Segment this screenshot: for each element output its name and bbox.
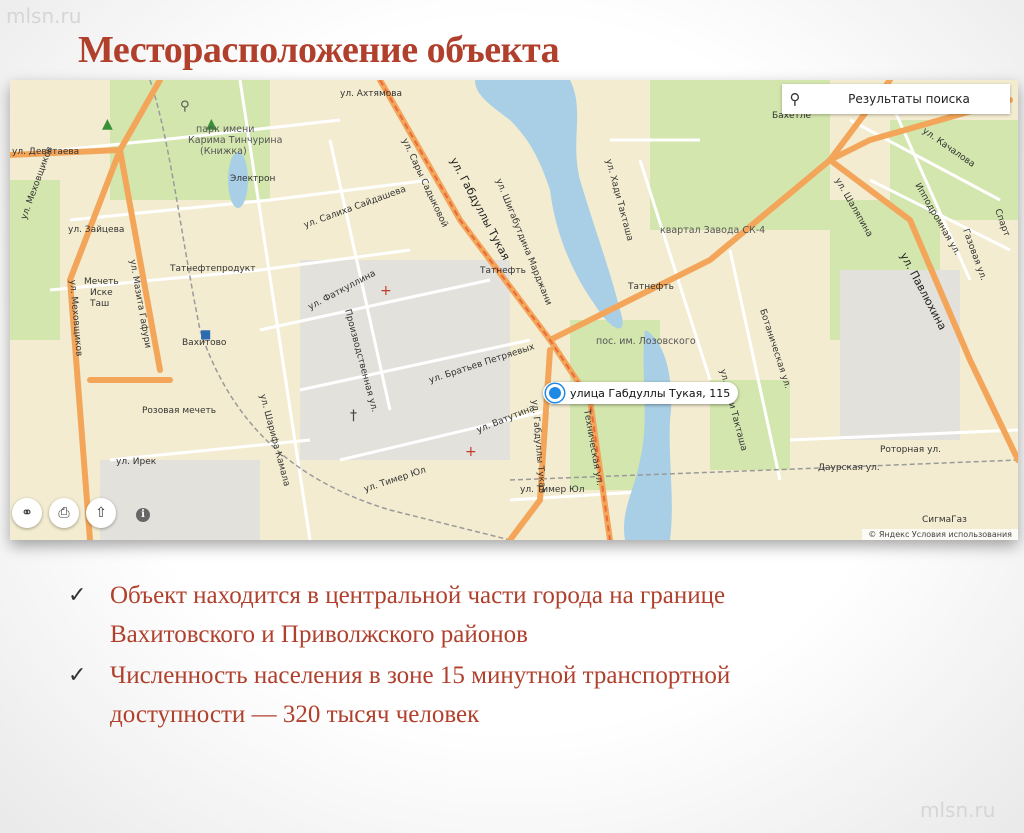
svg-text:ул. Зайцева: ул. Зайцева <box>68 225 124 235</box>
print-icon[interactable]: ⎙ <box>49 498 79 528</box>
bullet-line: Объект находится в центральной части гор… <box>110 582 726 609</box>
svg-text:Татнефтепродукт: Татнефтепродукт <box>169 264 255 274</box>
svg-text:ул. Тимер Юл: ул. Тимер Юл <box>520 485 585 495</box>
watermark-top: mlsn.ru <box>6 4 82 28</box>
svg-text:Электрон: Электрон <box>230 174 275 184</box>
svg-text:(Книжка): (Книжка) <box>200 146 247 157</box>
marker-address: улица Габдуллы Тукая, 115 <box>570 386 731 400</box>
map-canvas: ▲ ▲ ⚲ + + † ■ ул. Девятаева парк имени К… <box>10 80 1018 540</box>
svg-text:Иске: Иске <box>90 288 113 298</box>
svg-text:пос. им. Лозовского: пос. им. Лозовского <box>596 336 696 347</box>
svg-text:Татнефть: Татнефть <box>479 266 526 276</box>
svg-text:Татнефть: Татнефть <box>627 282 674 292</box>
marker-dot-icon <box>546 384 564 402</box>
svg-text:+: + <box>380 283 392 299</box>
map-copyright[interactable]: © Яндекс Условия использования <box>862 529 1018 540</box>
svg-text:▲: ▲ <box>102 116 113 132</box>
svg-text:Таш: Таш <box>89 299 109 309</box>
bullet-item: ✓ Объект находится в центральной части г… <box>68 576 968 654</box>
slide-title: Месторасположение объекта <box>78 29 560 71</box>
share-icon[interactable]: ⇧ <box>86 498 116 528</box>
info-icon[interactable]: i <box>136 508 150 522</box>
svg-text:ул. Ахтямова: ул. Ахтямова <box>340 89 402 99</box>
bullet-line: доступности — 320 тысяч человек <box>110 701 480 728</box>
checkmark-icon: ✓ <box>68 583 87 608</box>
svg-text:†: † <box>350 408 357 424</box>
svg-text:ул. Ирек: ул. Ирек <box>116 457 157 467</box>
svg-text:Мечеть: Мечеть <box>84 277 119 287</box>
svg-text:Вахитово: Вахитово <box>182 338 227 348</box>
search-results-panel[interactable]: ⚲ Результаты поиска <box>782 84 1010 114</box>
bullet-item: ✓ Численность населения в зоне 15 минутн… <box>68 656 968 734</box>
bullet-line: Численность населения в зоне 15 минутной… <box>110 662 731 689</box>
svg-text:Розовая мечеть: Розовая мечеть <box>142 406 216 416</box>
search-results-label: Результаты поиска <box>848 92 970 106</box>
svg-text:+: + <box>465 444 477 460</box>
location-pin-icon: ⚲ <box>789 90 801 108</box>
svg-text:Карима Тинчурина: Карима Тинчурина <box>188 135 282 146</box>
svg-text:⚲: ⚲ <box>180 99 190 114</box>
object-marker[interactable]: улица Габдуллы Тукая, 115 <box>543 382 739 404</box>
svg-text:Роторная ул.: Роторная ул. <box>880 445 941 455</box>
svg-text:СигмаГаз: СигмаГаз <box>922 515 967 525</box>
bullet-list: ✓ Объект находится в центральной части г… <box>68 576 968 736</box>
checkmark-icon: ✓ <box>68 663 87 688</box>
bullet-line: Вахитовского и Приволжского районов <box>110 621 528 648</box>
svg-text:квартал Завода СК-4: квартал Завода СК-4 <box>660 225 765 236</box>
map-view[interactable]: ▲ ▲ ⚲ + + † ■ ул. Девятаева парк имени К… <box>10 80 1018 540</box>
binoculars-icon[interactable]: ⚭ <box>12 498 42 528</box>
svg-text:Даурская ул.: Даурская ул. <box>818 463 880 473</box>
watermark-bottom: mlsn.ru <box>920 798 996 822</box>
svg-text:парк имени: парк имени <box>196 124 254 135</box>
